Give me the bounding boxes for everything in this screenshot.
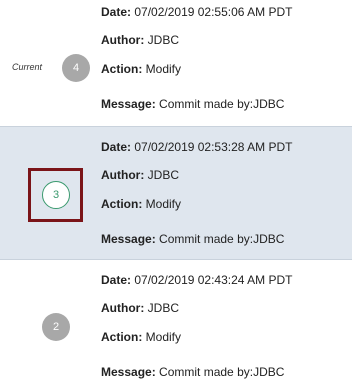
commit-author: Author: JDBC (101, 33, 179, 48)
message-label: Message: (101, 365, 156, 379)
commit-date: Date: 07/02/2019 02:43:24 AM PDT (101, 273, 292, 288)
author-value: JDBC (147, 33, 180, 47)
date-label: Date: (101, 140, 132, 154)
message-value: Commit made by:JDBC (159, 232, 285, 246)
version-history-list: Current 4 Date: 07/02/2019 02:55:06 AM P… (0, 0, 352, 390)
commit-date: Date: 07/02/2019 02:53:28 AM PDT (101, 140, 292, 155)
commit-author: Author: JDBC (101, 301, 179, 316)
commit-date: Date: 07/02/2019 02:55:06 AM PDT (101, 5, 292, 20)
commit-message: Message: Commit made by:JDBC (101, 97, 284, 112)
commit-row-version-4[interactable]: Current 4 Date: 07/02/2019 02:55:06 AM P… (0, 0, 352, 126)
action-value: Modify (145, 197, 182, 211)
commit-action: Action: Modify (101, 197, 181, 212)
commit-action: Action: Modify (101, 330, 181, 345)
message-label: Message: (101, 232, 156, 246)
author-label: Author: (101, 301, 145, 315)
author-label: Author: (101, 33, 145, 47)
action-label: Action: (101, 62, 143, 76)
message-label: Message: (101, 97, 156, 111)
action-value: Modify (145, 330, 182, 344)
commit-author: Author: JDBC (101, 168, 179, 183)
commit-row-version-3[interactable]: 3 Date: 07/02/2019 02:53:28 AM PDT Autho… (0, 126, 352, 260)
version-badge[interactable]: 2 (42, 313, 70, 341)
commit-action: Action: Modify (101, 62, 181, 77)
message-value: Commit made by:JDBC (159, 365, 285, 379)
action-label: Action: (101, 197, 143, 211)
date-value: 07/02/2019 02:43:24 AM PDT (134, 273, 293, 287)
commit-message: Message: Commit made by:JDBC (101, 232, 284, 247)
date-label: Date: (101, 273, 132, 287)
action-label: Action: (101, 330, 143, 344)
version-badge[interactable]: 4 (62, 54, 90, 82)
author-value: JDBC (147, 301, 180, 315)
commit-row-version-2[interactable]: 2 Date: 07/02/2019 02:43:24 AM PDT Autho… (0, 260, 352, 390)
version-badge-selected[interactable]: 3 (42, 181, 70, 209)
author-label: Author: (101, 168, 145, 182)
date-value: 07/02/2019 02:55:06 AM PDT (134, 5, 293, 19)
author-value: JDBC (147, 168, 180, 182)
date-value: 07/02/2019 02:53:28 AM PDT (134, 140, 293, 154)
current-version-tag: Current (12, 62, 43, 72)
message-value: Commit made by:JDBC (159, 97, 285, 111)
action-value: Modify (145, 62, 182, 76)
commit-message: Message: Commit made by:JDBC (101, 365, 284, 380)
date-label: Date: (101, 5, 132, 19)
